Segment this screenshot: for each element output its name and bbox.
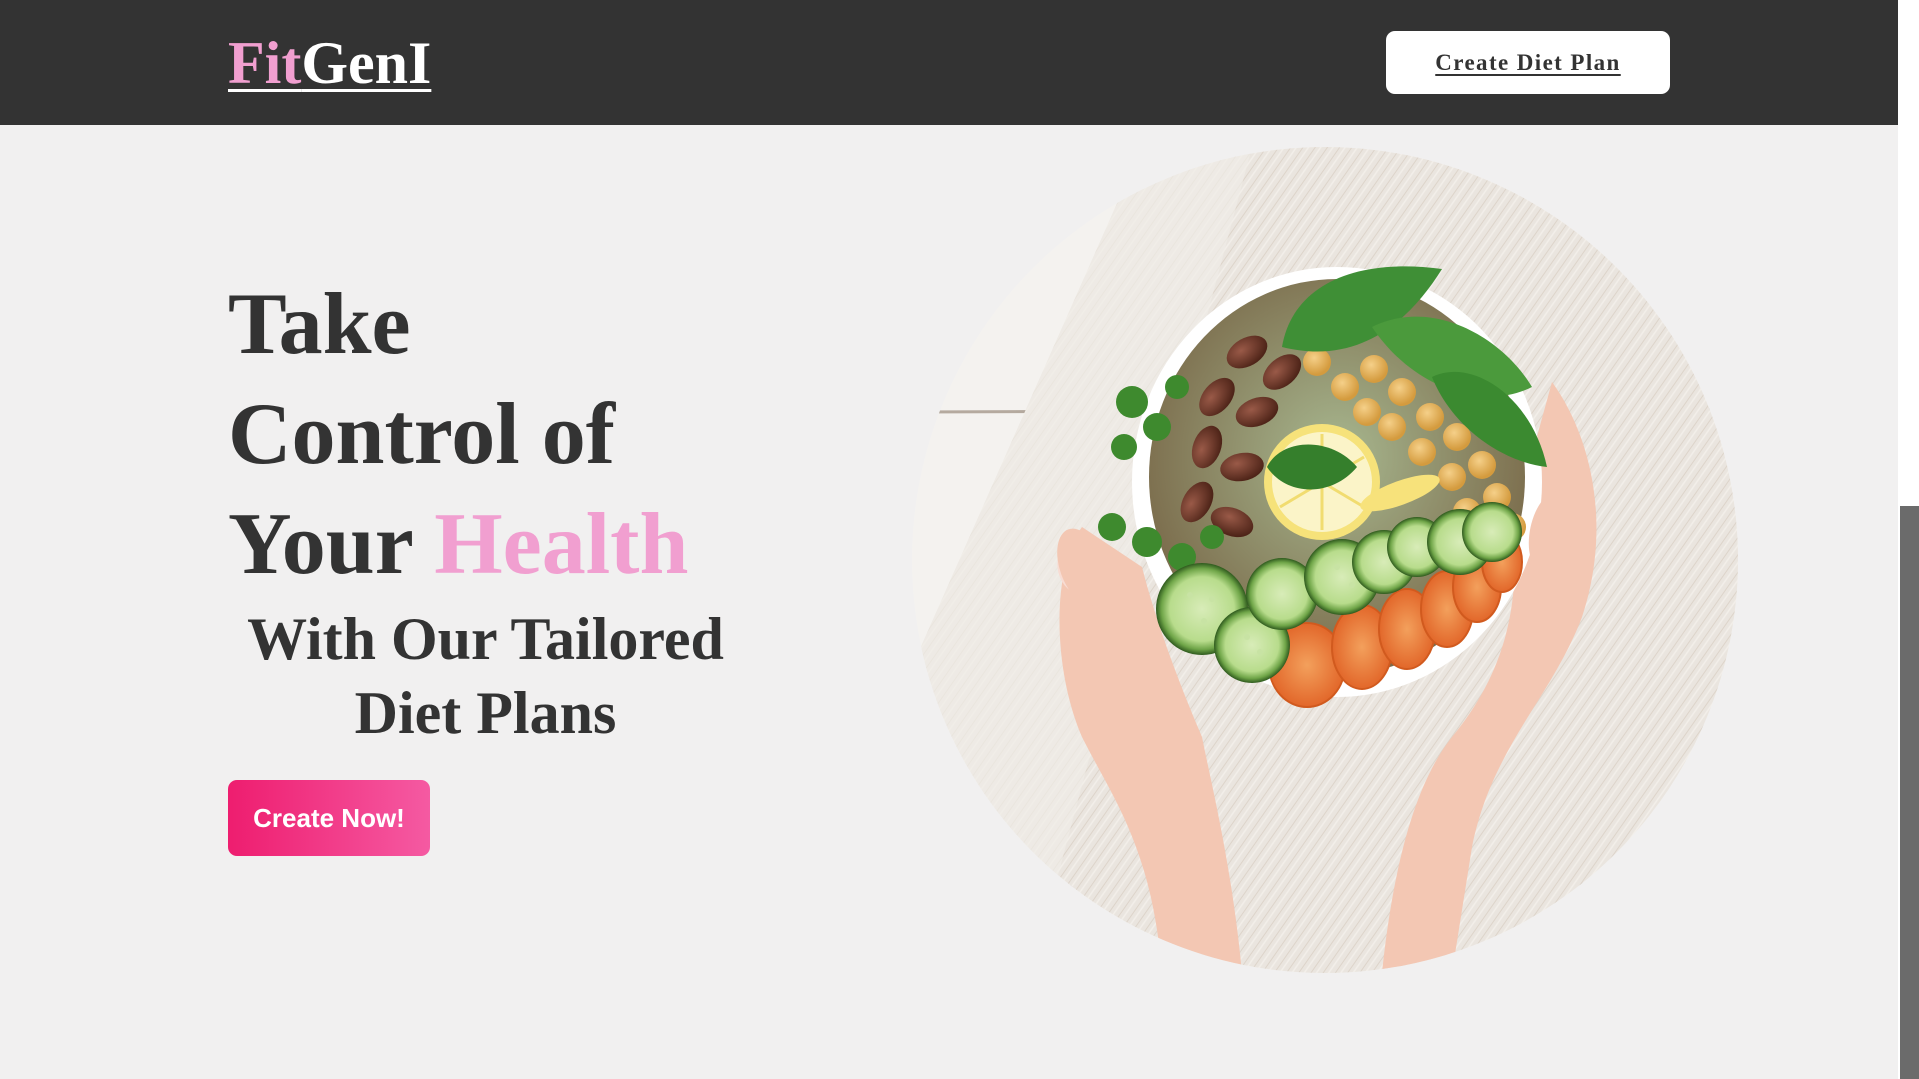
create-diet-plan-button[interactable]: Create Diet Plan bbox=[1386, 31, 1670, 94]
logo-part-fit: Fit bbox=[228, 30, 302, 96]
create-now-button[interactable]: Create Now! bbox=[228, 780, 430, 856]
hero-subheadline: With Our Tailored Diet Plans bbox=[247, 606, 724, 746]
headline-health: Health bbox=[434, 496, 689, 593]
headline-line-2: Control of bbox=[228, 386, 616, 483]
headline-your: Your bbox=[228, 496, 435, 593]
logo-part-geni: GenI bbox=[301, 30, 432, 96]
hero-headline: Take Control of Your Health bbox=[228, 270, 788, 600]
scrollbar-thumb[interactable] bbox=[1900, 506, 1919, 1079]
navbar: FitGenI Create Diet Plan bbox=[0, 0, 1898, 125]
logo-link[interactable]: FitGenI bbox=[228, 30, 431, 96]
headline-line-1: Take bbox=[228, 276, 411, 373]
headline-line-3: Your Health bbox=[228, 490, 788, 600]
landing-page: FitGenI Create Diet Plan Take Control of… bbox=[0, 0, 1919, 1079]
salad-bowl-image bbox=[912, 147, 1738, 973]
